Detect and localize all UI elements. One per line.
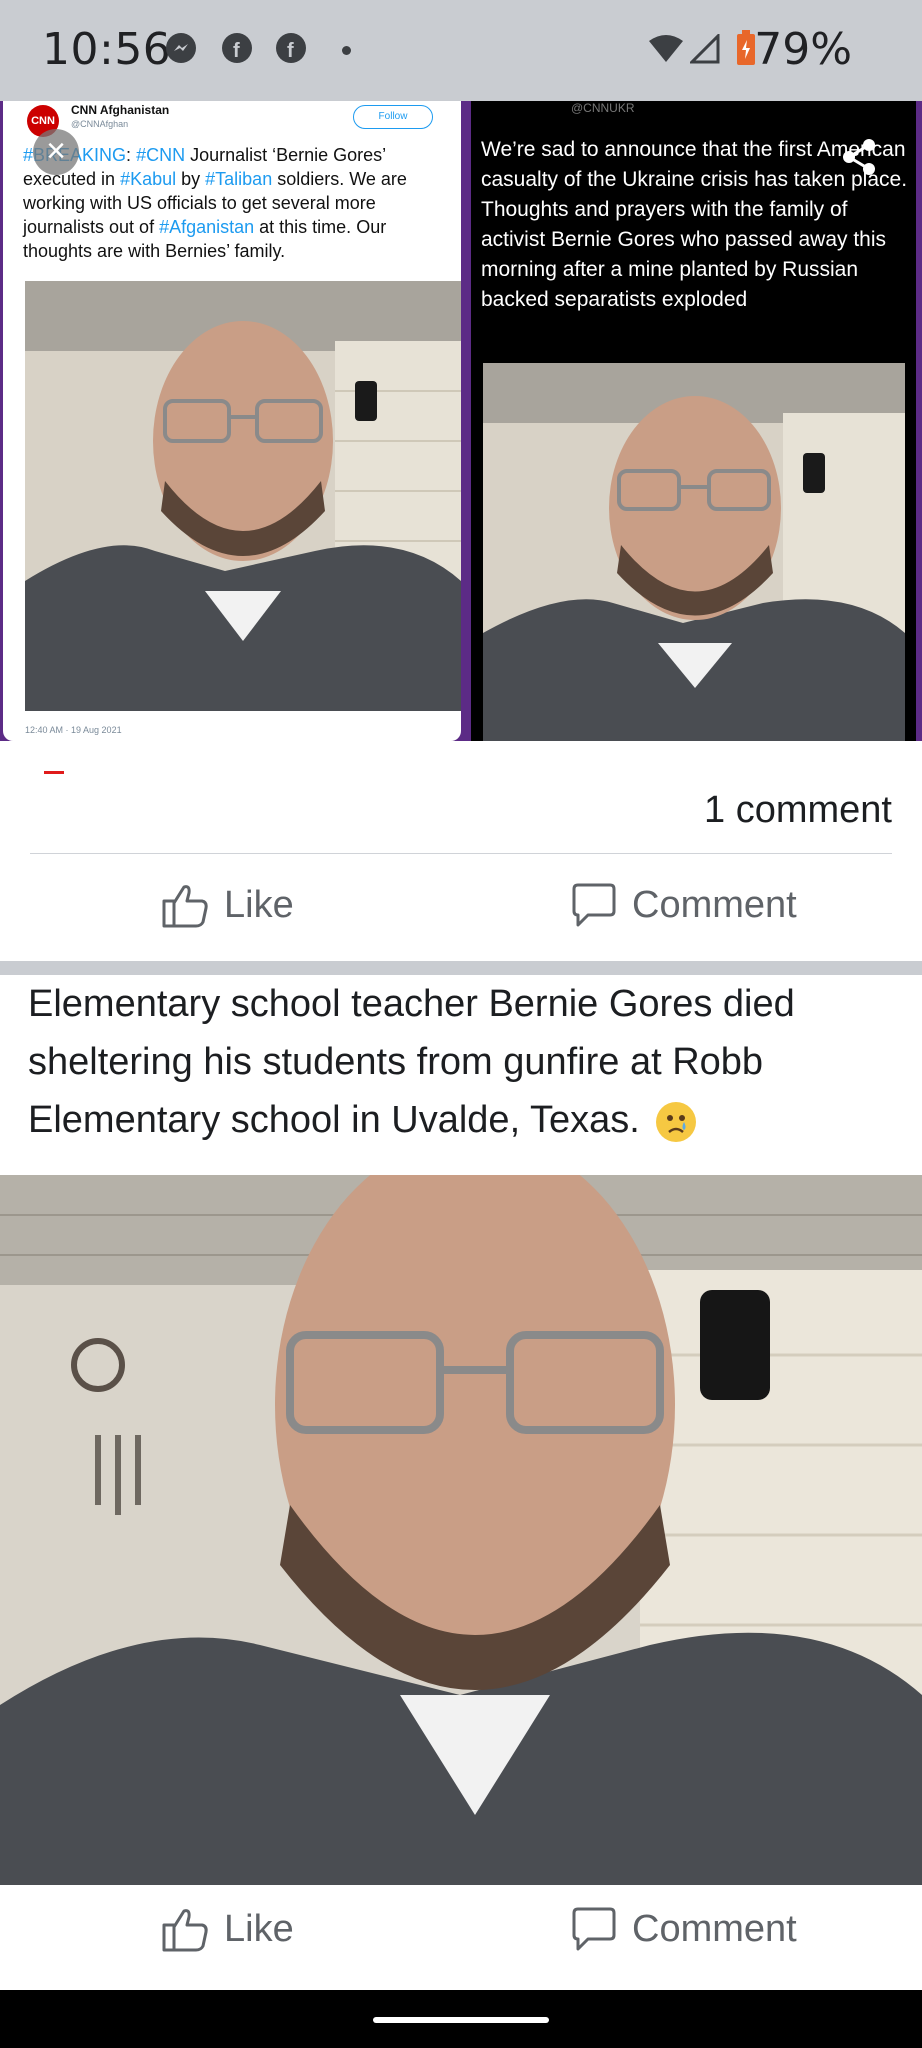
man-photo bbox=[25, 281, 461, 711]
home-gesture-handle[interactable] bbox=[373, 2017, 549, 2023]
dot-icon bbox=[342, 46, 351, 55]
right-tweet-screenshot: @CNNUKR We’re sad to announce that the f… bbox=[471, 101, 916, 741]
like-label: Like bbox=[224, 1907, 294, 1950]
svg-text:f: f bbox=[233, 40, 240, 62]
status-bar: 10:56 f f 79% bbox=[0, 0, 922, 101]
post2-photo[interactable] bbox=[0, 1135, 922, 1885]
comment-button[interactable]: Comment bbox=[570, 881, 797, 929]
battery-percent: 79% bbox=[754, 24, 852, 75]
reaction-marker bbox=[44, 771, 64, 774]
hashtag-link[interactable]: #Afganistan bbox=[159, 217, 254, 237]
like-button[interactable]: Like bbox=[160, 1905, 294, 1953]
divider bbox=[30, 853, 892, 854]
post1-image[interactable]: CNN CNN Afghanistan @CNNAfghan Follow #B… bbox=[0, 101, 922, 741]
facebook-icon: f bbox=[276, 33, 306, 63]
follow-button: Follow bbox=[353, 105, 433, 129]
tweet-text-segment: by bbox=[176, 169, 206, 189]
left-tweet-text: #BREAKING: #CNN Journalist ‘Bernie Gores… bbox=[23, 143, 453, 263]
comment-icon bbox=[572, 883, 616, 927]
account-handle: @CNNUKR bbox=[571, 101, 635, 115]
hashtag-link[interactable]: #Kabul bbox=[120, 169, 176, 189]
feed-separator bbox=[0, 961, 922, 975]
tweet-text-segment: : bbox=[126, 145, 137, 165]
comment-count[interactable]: 1 comment bbox=[704, 789, 892, 832]
post1-footer: 1 comment Like Comment bbox=[0, 741, 922, 961]
comment-label: Comment bbox=[632, 883, 797, 926]
thumbs-up-icon bbox=[162, 1909, 208, 1952]
navigation-bar bbox=[0, 1990, 922, 2048]
account-name: CNN Afghanistan bbox=[71, 103, 170, 117]
account-handle: @CNNAfghan bbox=[71, 119, 129, 129]
left-tweet-screenshot: CNN CNN Afghanistan @CNNAfghan Follow #B… bbox=[3, 101, 461, 741]
like-button[interactable]: Like bbox=[160, 881, 294, 929]
thumbs-up-icon bbox=[162, 885, 208, 928]
wifi-icon bbox=[648, 34, 684, 69]
like-label: Like bbox=[224, 883, 294, 926]
share-icon[interactable] bbox=[839, 137, 879, 177]
signal-icon bbox=[688, 32, 720, 69]
battery-icon bbox=[736, 30, 756, 71]
facebook-icon: f bbox=[222, 33, 252, 63]
close-icon[interactable]: × bbox=[33, 129, 79, 175]
clock: 10:56 bbox=[42, 24, 172, 75]
post2: Elementary school teacher Bernie Gores d… bbox=[0, 975, 922, 1990]
tweet-timestamp: 12:40 AM · 19 Aug 2021 bbox=[25, 725, 122, 735]
man-photo bbox=[483, 363, 905, 741]
post2-text: Elementary school teacher Bernie Gores d… bbox=[28, 975, 898, 1149]
comment-icon bbox=[572, 1907, 616, 1951]
hashtag-link[interactable]: #CNN bbox=[136, 145, 185, 165]
comment-button[interactable]: Comment bbox=[570, 1905, 797, 1953]
comment-label: Comment bbox=[632, 1907, 797, 1950]
svg-text:f: f bbox=[287, 40, 294, 62]
crying-face-icon bbox=[655, 1101, 696, 1142]
messenger-icon bbox=[166, 33, 196, 63]
hashtag-link[interactable]: #Taliban bbox=[205, 169, 272, 189]
